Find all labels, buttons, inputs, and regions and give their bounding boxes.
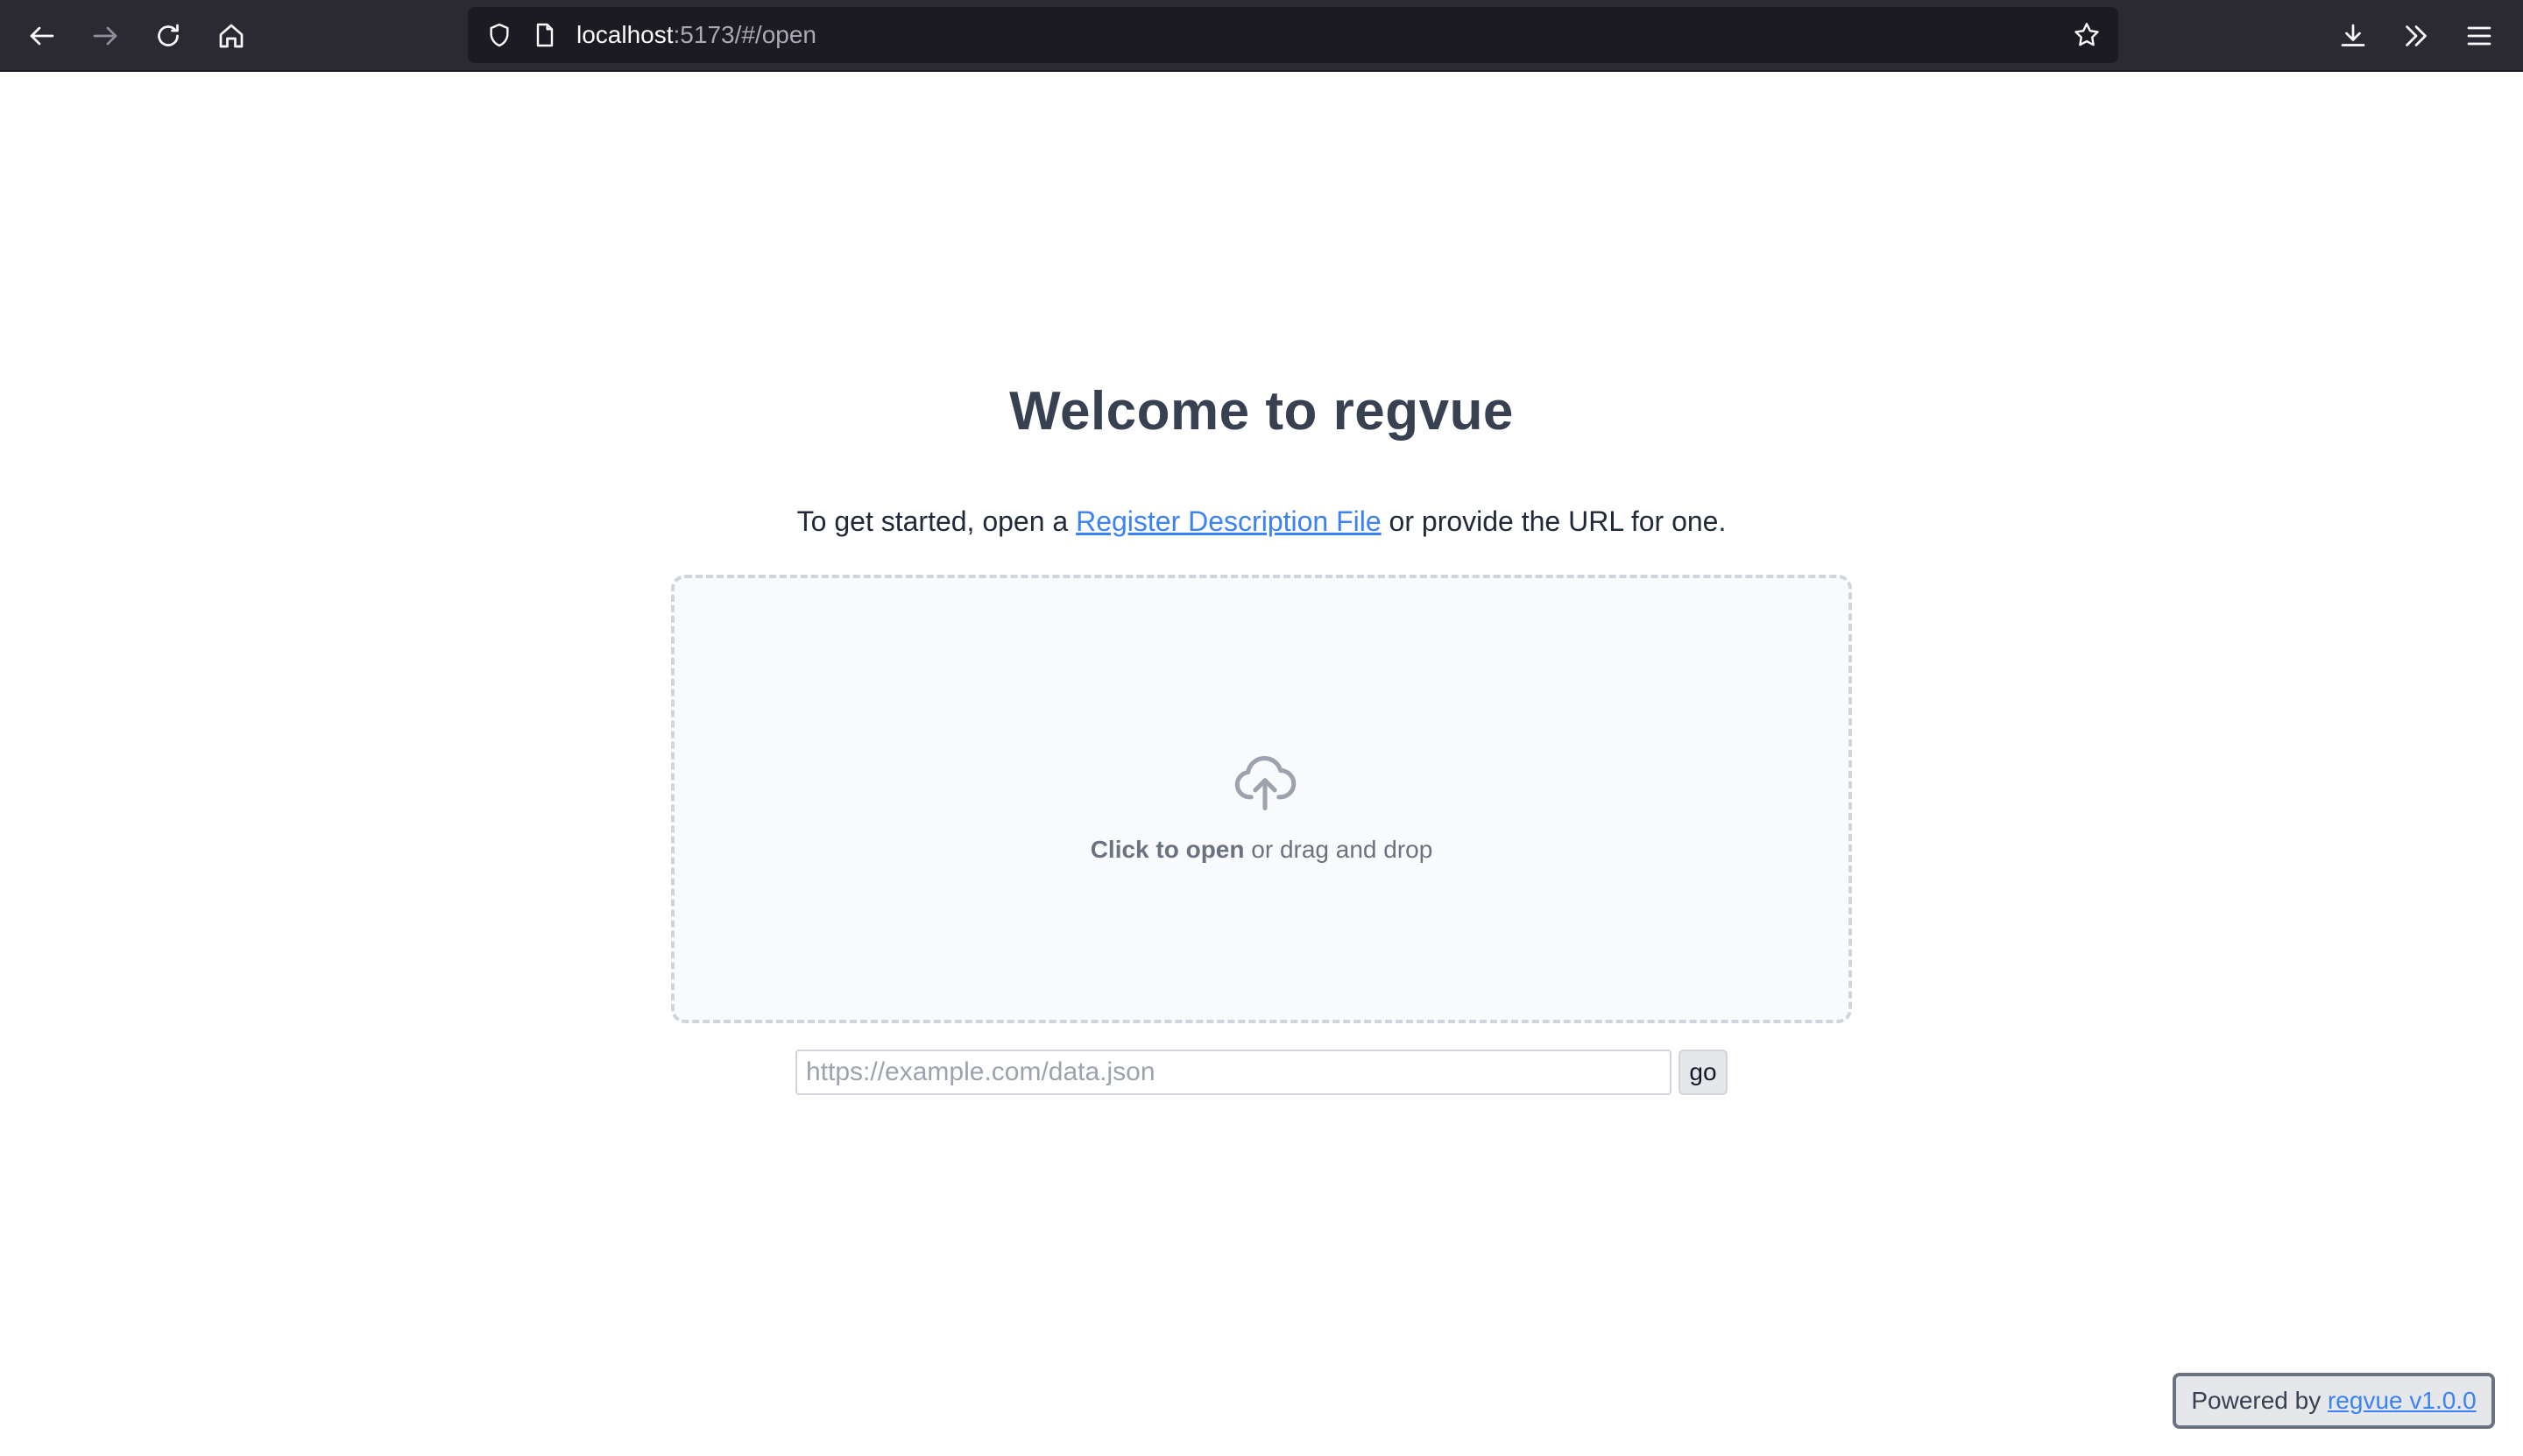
file-dropzone[interactable]: Click to open or drag and drop [671, 575, 1852, 1023]
intro-after: or provide the URL for one. [1381, 505, 1727, 537]
intro-text: To get started, open a Register Descript… [0, 505, 2523, 538]
hamburger-menu-icon [2467, 26, 2491, 46]
click-to-open-text: Click to open [1090, 836, 1245, 863]
regvue-version-link[interactable]: regvue v1.0.0 [2328, 1387, 2477, 1414]
go-button[interactable]: go [1678, 1050, 1728, 1095]
url-host: localhost [576, 21, 674, 48]
download-icon [2341, 24, 2365, 46]
powered-by-badge: Powered by regvue v1.0.0 [2173, 1373, 2495, 1429]
data-url-input[interactable] [795, 1050, 1671, 1095]
home-button[interactable] [207, 11, 256, 60]
overflow-button[interactable] [2392, 11, 2441, 60]
reload-button[interactable] [144, 11, 193, 60]
downloads-button[interactable] [2329, 11, 2378, 60]
chevrons-right-icon [2406, 25, 2427, 46]
dropzone-text: Click to open or drag and drop [675, 836, 1848, 864]
app-menu-button[interactable] [2455, 11, 2504, 60]
intro-before: To get started, open a [796, 505, 1077, 537]
browser-toolbar: localhost:5173/#/open [0, 0, 2523, 72]
site-info-button[interactable] [524, 14, 566, 56]
url-path: :5173/#/open [673, 21, 817, 48]
reload-icon [158, 24, 179, 46]
arrow-left-icon [30, 26, 54, 46]
powered-by-text: Powered by [2191, 1387, 2328, 1414]
page-icon [536, 23, 554, 47]
url-text[interactable]: localhost:5173/#/open [576, 7, 816, 63]
bookmark-star-button[interactable] [2066, 14, 2108, 56]
drag-drop-text: or drag and drop [1244, 836, 1433, 863]
register-description-file-link[interactable]: Register Description File [1076, 505, 1382, 537]
arrow-right-icon [93, 26, 117, 46]
url-bar[interactable]: localhost:5173/#/open [468, 7, 2118, 63]
page-content: Welcome to regvue To get started, open a… [0, 74, 2523, 1456]
home-icon [219, 24, 244, 48]
star-icon [2074, 23, 2099, 46]
shield-icon [490, 23, 509, 47]
forward-button[interactable] [81, 11, 130, 60]
cloud-upload-icon [1232, 750, 1298, 816]
tracking-protection-button[interactable] [478, 14, 520, 56]
page-title: Welcome to regvue [1009, 381, 1514, 442]
back-button[interactable] [18, 11, 67, 60]
